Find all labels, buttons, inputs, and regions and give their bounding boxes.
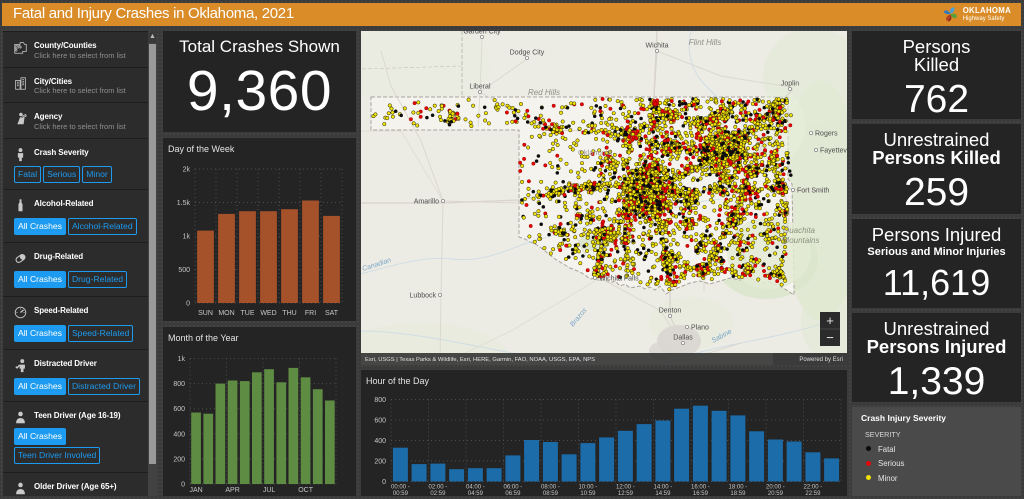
- svg-text:400: 400: [173, 431, 185, 438]
- svg-text:SAT: SAT: [325, 310, 339, 317]
- svg-text:800: 800: [173, 381, 185, 388]
- svg-text:SUN: SUN: [198, 310, 213, 317]
- svg-text:500: 500: [178, 267, 190, 274]
- svg-text:JAN: JAN: [189, 487, 202, 494]
- svg-text:FRI: FRI: [305, 310, 316, 317]
- svg-text:OCT: OCT: [298, 487, 314, 494]
- svg-text:0: 0: [186, 301, 190, 308]
- svg-text:200: 200: [173, 456, 185, 463]
- svg-text:THU: THU: [282, 310, 296, 317]
- svg-text:600: 600: [173, 406, 185, 413]
- svg-text:TUE: TUE: [241, 310, 255, 317]
- svg-text:2k: 2k: [183, 167, 191, 174]
- svg-text:1.5k: 1.5k: [177, 200, 191, 207]
- svg-text:1k: 1k: [183, 234, 191, 241]
- svg-text:MON: MON: [218, 310, 234, 317]
- svg-text:WED: WED: [260, 310, 276, 317]
- svg-text:1k: 1k: [178, 356, 186, 363]
- svg-text:0: 0: [181, 482, 185, 489]
- svg-text:JUL: JUL: [263, 487, 276, 494]
- svg-text:APR: APR: [225, 487, 239, 494]
